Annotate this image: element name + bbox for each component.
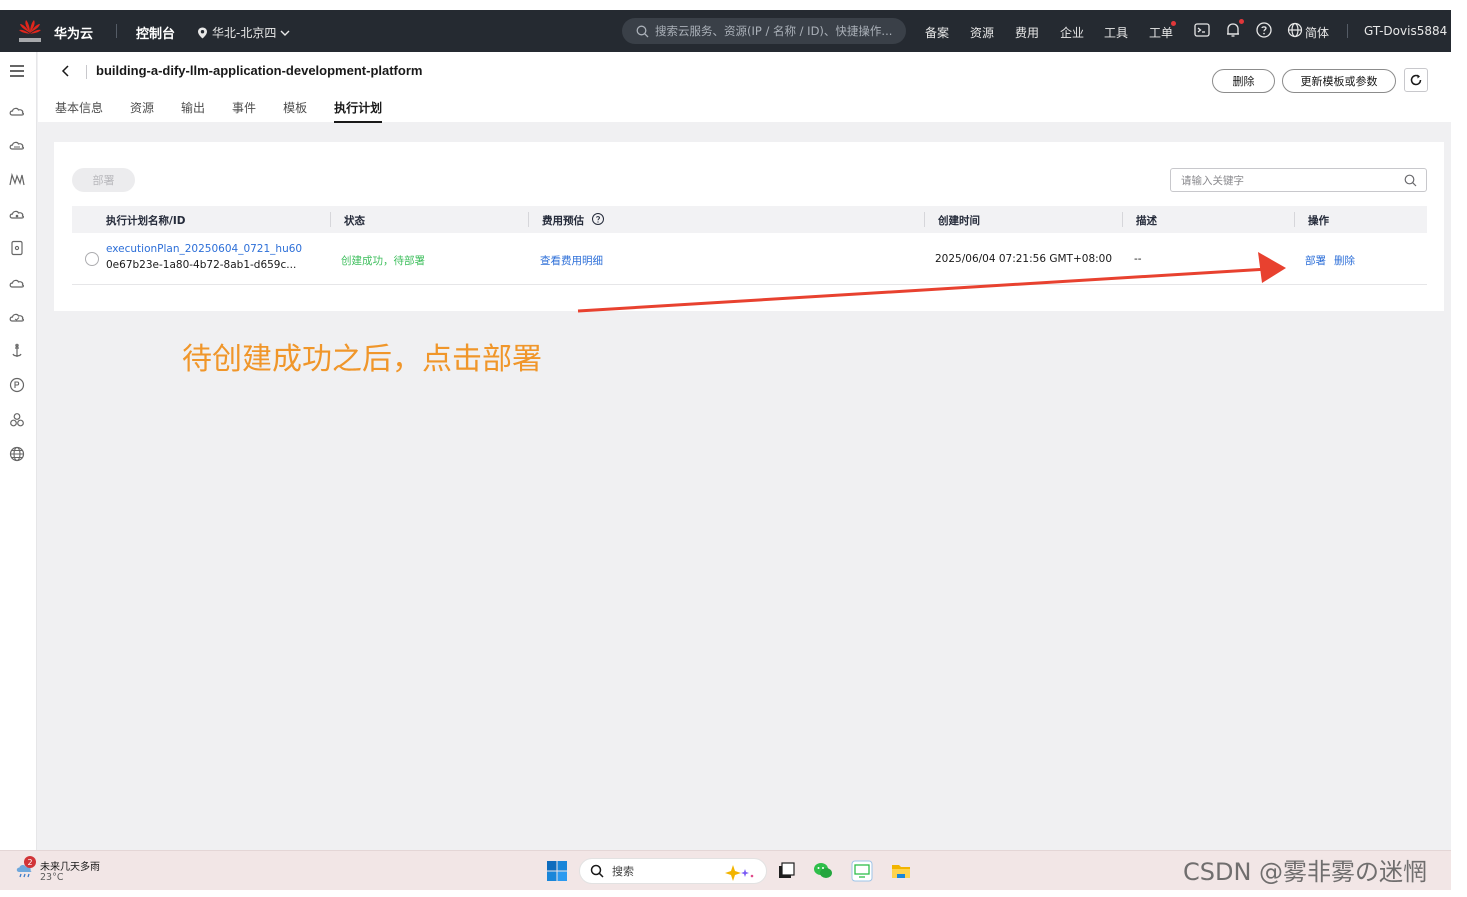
tab-execution-plan[interactable]: 执行计划 (334, 99, 383, 123)
global-search-input[interactable]: 搜索云服务、资源(IP / 名称 / ID)、快捷操作... (622, 18, 906, 44)
row-delete-link[interactable]: 删除 (1334, 253, 1355, 268)
tab-events[interactable]: 事件 (232, 99, 256, 123)
cloud-network-icon[interactable] (8, 274, 26, 292)
globe-icon[interactable] (8, 445, 26, 463)
help-icon[interactable] (1255, 21, 1273, 39)
column-header-name: 执行计划名称/ID (106, 215, 186, 227)
region-label: 华北-北京四 (212, 26, 277, 40)
anchor-icon[interactable] (8, 342, 26, 360)
view-cost-details-link[interactable]: 查看费用明细 (540, 253, 603, 268)
deploy-button-disabled[interactable]: 部署 (72, 168, 135, 192)
top-bar: 华为云 控制台 华北-北京四 搜索云服务、资源(IP / 名称 / ID)、快捷… (0, 10, 1451, 52)
weather-badge: 2 (24, 856, 36, 868)
nav-resources[interactable]: 资源 (970, 24, 994, 41)
analytics-icon[interactable] (8, 171, 26, 189)
database-icon[interactable] (8, 239, 26, 257)
back-arrow-icon[interactable] (58, 62, 74, 80)
column-header-status: 状态 (344, 215, 365, 227)
column-divider (528, 212, 529, 227)
weather-forecast[interactable]: 未来几天多雨 (40, 858, 100, 873)
status-text: 创建成功，待部署 (341, 255, 425, 267)
watermark: CSDN @雾非雾の迷惘 (1183, 858, 1428, 886)
globe-icon[interactable] (1286, 21, 1304, 39)
global-search-placeholder: 搜索云服务、资源(IP / 名称 / ID)、快捷操作... (655, 24, 893, 38)
brand-name[interactable]: 华为云 (54, 23, 93, 42)
search-icon[interactable] (1404, 174, 1417, 187)
column-divider (1294, 212, 1295, 227)
parking-icon[interactable] (8, 376, 26, 394)
tab-resources[interactable]: 资源 (130, 99, 154, 123)
row-deploy-link[interactable]: 部署 (1305, 253, 1326, 268)
cloud-service-icon[interactable] (8, 102, 26, 120)
table-row: executionPlan_20250604_0721_hu60 0e67b23… (72, 233, 1427, 285)
tab-bar: 基本信息 资源 输出 事件 模板 执行计划 (55, 99, 409, 123)
table-header: 执行计划名称/ID 状态 费用预估 创建时间 描述 操作 (72, 206, 1427, 233)
windows-start-icon[interactable] (546, 860, 568, 882)
column-header-cost: 费用预估 (542, 215, 584, 227)
cloud-security-icon[interactable] (8, 308, 26, 326)
copilot-sparkle-icon[interactable] (723, 863, 757, 881)
column-header-created: 创建时间 (938, 215, 980, 227)
search-icon (636, 25, 649, 37)
page-header: building-a-dify-llm-application-developm… (38, 52, 1451, 123)
huawei-logo-icon[interactable] (18, 18, 42, 44)
plan-id: 0e67b23e-1a80-4b72-8ab1-d659c... (106, 259, 297, 271)
delete-stack-button[interactable]: 删除 (1212, 69, 1275, 93)
chevron-down-icon (280, 30, 290, 36)
tab-template[interactable]: 模板 (283, 99, 307, 123)
ticket-notification-dot (1171, 21, 1176, 26)
nav-tools[interactable]: 工具 (1104, 24, 1128, 41)
keyword-search-input[interactable]: 请输入关键字 (1170, 168, 1427, 192)
screen: 华为云 控制台 华北-北京四 搜索云服务、资源(IP / 名称 / ID)、快捷… (0, 10, 1451, 890)
nav-ticket[interactable]: 工单 (1149, 24, 1173, 41)
terminal-icon[interactable] (1193, 21, 1211, 39)
nav-billing[interactable]: 费用 (1015, 24, 1039, 41)
refresh-button[interactable] (1404, 68, 1428, 92)
column-header-actions: 操作 (1308, 215, 1329, 227)
column-divider (330, 212, 331, 227)
taskbar-search[interactable]: 搜索 (579, 858, 767, 884)
nav-record[interactable]: 备案 (925, 24, 949, 41)
weather-temperature: 23°C (40, 872, 64, 883)
menu-icon[interactable] (8, 62, 26, 80)
execution-plan-card: 部署 请输入关键字 执行计划名称/ID 状态 费用预估 创建时间 描述 操作 e… (54, 142, 1444, 311)
location-pin-icon (198, 27, 207, 38)
language-selector[interactable]: 简体 (1305, 24, 1329, 41)
plan-name-link[interactable]: executionPlan_20250604_0721_hu60 (106, 243, 302, 255)
divider (86, 65, 87, 79)
cloud-compute-icon[interactable] (8, 205, 26, 223)
row-select-radio[interactable] (85, 252, 99, 266)
cloud-storage-icon[interactable] (8, 136, 26, 154)
console-link[interactable]: 控制台 (136, 23, 175, 42)
divider (116, 24, 117, 38)
region-selector[interactable]: 华北-北京四 (197, 24, 290, 41)
left-sidebar (0, 52, 37, 850)
taskbar-search-label: 搜索 (612, 865, 634, 878)
column-header-description: 描述 (1136, 215, 1157, 227)
bell-notification-dot (1239, 19, 1244, 24)
help-icon[interactable] (591, 212, 605, 226)
search-icon (590, 864, 604, 878)
nav-enterprise[interactable]: 企业 (1060, 24, 1084, 41)
task-view-icon[interactable] (775, 860, 797, 882)
refresh-icon (1410, 74, 1422, 86)
annotation-text: 待创建成功之后，点击部署 (182, 342, 542, 377)
keyword-search-placeholder: 请输入关键字 (1181, 174, 1244, 187)
column-divider (924, 212, 925, 227)
cluster-icon[interactable] (8, 411, 26, 429)
user-account[interactable]: GT-Dovis5884 (1364, 24, 1447, 38)
tab-basic-info[interactable]: 基本信息 (55, 99, 103, 123)
tab-outputs[interactable]: 输出 (181, 99, 205, 123)
column-divider (1122, 212, 1123, 227)
wechat-icon[interactable] (812, 860, 834, 882)
created-time: 2025/06/04 07:21:56 GMT+08:00 (935, 253, 1113, 265)
remote-desktop-icon[interactable] (851, 860, 873, 882)
page-title: building-a-dify-llm-application-developm… (96, 63, 423, 78)
divider (1347, 24, 1348, 38)
description-text: -- (1134, 253, 1142, 265)
file-explorer-icon[interactable] (890, 860, 912, 882)
update-template-button[interactable]: 更新模板或参数 (1282, 69, 1396, 93)
